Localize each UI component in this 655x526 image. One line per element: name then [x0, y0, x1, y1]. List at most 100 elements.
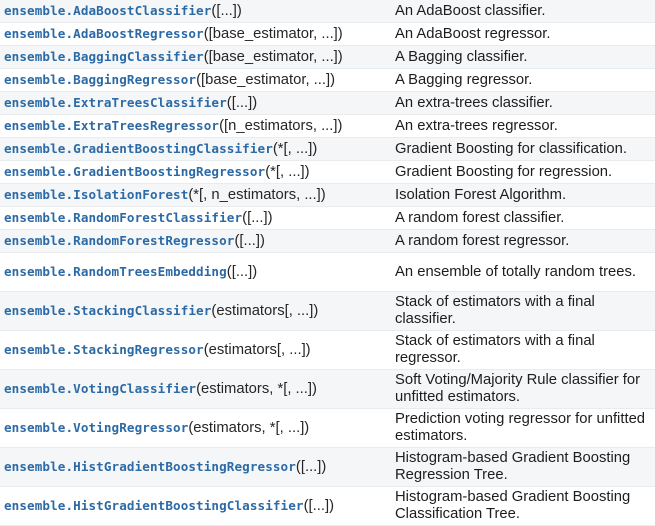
class-name-link[interactable]: ensemble.BaggingRegressor [4, 72, 196, 87]
class-name-link[interactable]: ensemble.RandomForestRegressor [4, 233, 234, 248]
signature-args: ([...]) [234, 233, 265, 249]
table-row: ensemble.StackingClassifier(estimators[,… [0, 291, 655, 331]
signature-cell: ensemble.HistGradientBoostingClassifier(… [0, 487, 389, 526]
description-cell: An ensemble of totally random trees. [395, 263, 636, 280]
description-cell: An AdaBoost classifier. [395, 2, 546, 19]
signature-args: ([...]) [226, 264, 258, 280]
signature-args: ([...]) [242, 210, 273, 226]
class-name-link[interactable]: ensemble.AdaBoostClassifier [4, 3, 211, 18]
table-row: ensemble.RandomForestClassifier([...]) A… [0, 206, 655, 230]
api-link[interactable]: ensemble.HistGradientBoostingRegressor [4, 459, 296, 475]
table-row: ensemble.GradientBoostingRegressor(*[, .… [0, 160, 655, 184]
api-link[interactable]: ensemble.ExtraTreesClassifier [4, 95, 227, 111]
api-table: ensemble.AdaBoostClassifier([...]) An Ad… [0, 0, 655, 526]
table-row: ensemble.HistGradientBoostingRegressor([… [0, 447, 655, 487]
class-name-link[interactable]: ensemble.RandomForestClassifier [4, 210, 242, 225]
table-row: ensemble.RandomTreesEmbedding([...]) An … [0, 252, 655, 292]
api-link[interactable]: ensemble.RandomTreesEmbedding [4, 264, 227, 280]
table-row: ensemble.IsolationForest(*[, n_estimator… [0, 183, 655, 207]
description-cell: An extra-trees regressor. [395, 117, 558, 134]
signature-args: (estimators, *[, ...]) [196, 381, 317, 397]
table-row: ensemble.StackingRegressor(estimators[, … [0, 330, 655, 370]
api-link[interactable]: ensemble.StackingRegressor [4, 342, 204, 358]
api-link[interactable]: ensemble.ExtraTreesRegressor [4, 118, 219, 134]
signature-args: ([base_estimator, ...]) [203, 49, 343, 65]
signature-cell: ensemble.StackingRegressor(estimators[, … [0, 331, 389, 370]
api-link[interactable]: ensemble.RandomForestClassifier [4, 210, 242, 226]
class-name-link[interactable]: ensemble.VotingClassifier [4, 381, 196, 396]
class-name-link[interactable]: ensemble.BaggingClassifier [4, 49, 204, 64]
class-name-link[interactable]: ensemble.VotingRegressor [4, 420, 188, 435]
signature-cell: ensemble.RandomForestRegressor([...]) [0, 230, 389, 253]
api-link[interactable]: ensemble.AdaBoostRegressor [4, 26, 204, 42]
signature-args: (*[, n_estimators, ...]) [188, 187, 326, 203]
description-cell: A random forest classifier. [395, 209, 565, 226]
signature-cell: ensemble.RandomForestClassifier([...]) [0, 207, 389, 230]
api-link[interactable]: ensemble.StackingClassifier [4, 303, 211, 319]
class-name-link[interactable]: ensemble.GradientBoostingClassifier [4, 141, 273, 156]
description-cell: Prediction voting regressor for unfitted… [395, 411, 646, 444]
table-row: ensemble.ExtraTreesClassifier([...]) An … [0, 91, 655, 115]
table-row: ensemble.GradientBoostingClassifier(*[, … [0, 137, 655, 161]
signature-args: ([...]) [295, 459, 327, 475]
table-row: ensemble.AdaBoostRegressor([base_estimat… [0, 22, 655, 46]
description-cell: Soft Voting/Majority Rule classifier for… [395, 372, 641, 405]
signature-cell: ensemble.BaggingRegressor([base_estimato… [0, 69, 389, 92]
signature-cell: ensemble.GradientBoostingClassifier(*[, … [0, 138, 389, 161]
api-link[interactable]: ensemble.GradientBoostingClassifier [4, 141, 273, 157]
class-name-link[interactable]: ensemble.StackingClassifier [4, 303, 211, 318]
api-link[interactable]: ensemble.IsolationForest [4, 187, 188, 203]
api-table-body: ensemble.AdaBoostClassifier([...]) An Ad… [0, 0, 655, 526]
signature-cell: ensemble.ExtraTreesClassifier([...]) [0, 92, 389, 115]
class-name-link[interactable]: ensemble.ExtraTreesClassifier [4, 95, 227, 110]
class-name-link[interactable]: ensemble.RandomTreesEmbedding [4, 264, 227, 279]
description-cell: Histogram-based Gradient Boosting Classi… [395, 489, 631, 522]
description-cell: A Bagging regressor. [395, 71, 533, 88]
signature-args: ([n_estimators, ...]) [219, 118, 343, 134]
table-row: ensemble.BaggingClassifier([base_estimat… [0, 45, 655, 69]
description-cell: Stack of estimators with a final classif… [395, 294, 595, 327]
class-name-link[interactable]: ensemble.HistGradientBoostingClassifier [4, 498, 304, 513]
table-row: ensemble.BaggingRegressor([base_estimato… [0, 68, 655, 92]
signature-cell: ensemble.VotingRegressor(estimators, *[,… [0, 409, 389, 448]
class-name-link[interactable]: ensemble.ExtraTreesRegressor [4, 118, 219, 133]
description-cell: Gradient Boosting for classification. [395, 140, 627, 157]
table-row: ensemble.VotingRegressor(estimators, *[,… [0, 408, 655, 448]
description-cell: Gradient Boosting for regression. [395, 163, 613, 180]
class-name-link[interactable]: ensemble.StackingRegressor [4, 342, 204, 357]
class-name-link[interactable]: ensemble.AdaBoostRegressor [4, 26, 204, 41]
signature-args: (estimators, *[, ...]) [188, 420, 310, 436]
description-cell: A random forest regressor. [395, 232, 570, 249]
description-cell: An AdaBoost regressor. [395, 25, 551, 42]
signature-cell: ensemble.BaggingClassifier([base_estimat… [0, 46, 389, 69]
api-link[interactable]: ensemble.AdaBoostClassifier [4, 3, 211, 19]
signature-args: (*[, ...]) [265, 164, 310, 180]
signature-cell: ensemble.GradientBoostingRegressor(*[, .… [0, 161, 389, 184]
api-link[interactable]: ensemble.BaggingRegressor [4, 72, 196, 88]
api-link[interactable]: ensemble.BaggingClassifier [4, 49, 204, 65]
signature-args: ([...]) [303, 498, 335, 514]
api-link[interactable]: ensemble.HistGradientBoostingClassifier [4, 498, 304, 514]
api-link[interactable]: ensemble.VotingRegressor [4, 420, 188, 436]
description-cell: Isolation Forest Algorithm. [395, 186, 567, 203]
signature-cell: ensemble.AdaBoostClassifier([...]) [0, 0, 389, 23]
api-link[interactable]: ensemble.VotingClassifier [4, 381, 196, 397]
signature-args: (estimators[, ...]) [203, 342, 311, 358]
description-cell: Histogram-based Gradient Boosting Regres… [395, 450, 631, 483]
signature-args: ([base_estimator, ...]) [196, 72, 336, 88]
class-name-link[interactable]: ensemble.IsolationForest [4, 187, 188, 202]
description-cell: A Bagging classifier. [395, 48, 528, 65]
signature-args: (estimators[, ...]) [211, 303, 319, 319]
class-name-link[interactable]: ensemble.HistGradientBoostingRegressor [4, 459, 296, 474]
signature-args: ([base_estimator, ...]) [203, 26, 343, 42]
signature-cell: ensemble.IsolationForest(*[, n_estimator… [0, 184, 389, 207]
api-link[interactable]: ensemble.GradientBoostingRegressor [4, 164, 265, 180]
api-link[interactable]: ensemble.RandomForestRegressor [4, 233, 234, 249]
table-row: ensemble.RandomForestRegressor([...]) A … [0, 229, 655, 253]
class-name-link[interactable]: ensemble.GradientBoostingRegressor [4, 164, 265, 179]
table-row: ensemble.ExtraTreesRegressor([n_estimato… [0, 114, 655, 138]
signature-cell: ensemble.ExtraTreesRegressor([n_estimato… [0, 115, 389, 138]
table-row: ensemble.AdaBoostClassifier([...]) An Ad… [0, 0, 655, 23]
signature-cell: ensemble.VotingClassifier(estimators, *[… [0, 370, 389, 409]
description-cell: An extra-trees classifier. [395, 94, 553, 111]
